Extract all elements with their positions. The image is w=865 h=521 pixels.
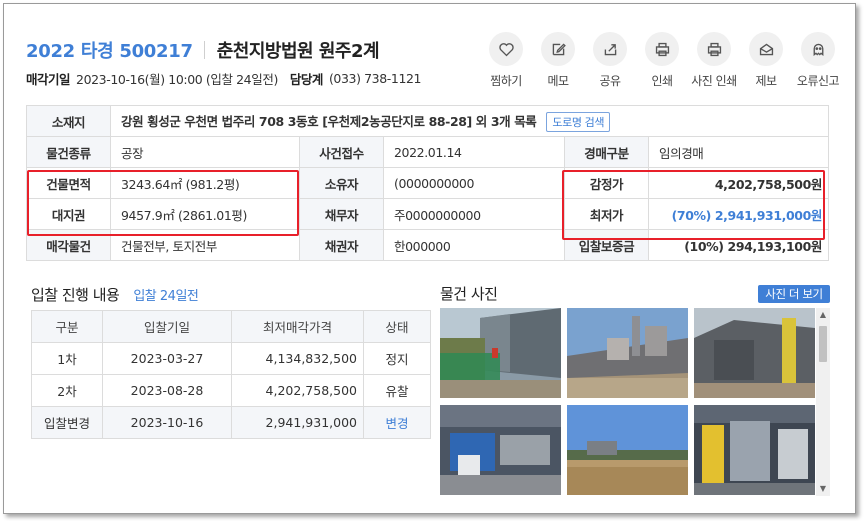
auction-detail-panel: 2022 타경 500217 춘천지방법원 원주2계 매각기일 2023-10-… xyxy=(3,3,856,514)
photo-print-button[interactable]: 사진 인쇄 xyxy=(688,32,740,89)
owner-value: (0000000000 xyxy=(383,167,565,199)
scroll-up-arrow-icon[interactable]: ▲ xyxy=(816,308,830,322)
property-photo[interactable] xyxy=(440,308,561,398)
case-number: 2022 타경 500217 xyxy=(26,41,193,62)
photo-section-title: 물건 사진 xyxy=(440,285,498,303)
status-cell: 정지 xyxy=(363,342,431,375)
creditor-value: 한000000 xyxy=(383,229,565,261)
error-report-icon xyxy=(813,43,823,56)
property-photo[interactable] xyxy=(567,308,688,398)
photo-print-icon xyxy=(707,42,721,56)
col-date: 입찰기일 xyxy=(102,310,232,343)
report-label: 제보 xyxy=(755,74,777,88)
date-cell: 2023-03-27 xyxy=(102,342,232,375)
table-header-row: 구분 입찰기일 최저매각가격 상태 xyxy=(31,310,431,343)
debtor-value: 주0000000000 xyxy=(383,198,565,230)
dept-label: 담당계 xyxy=(289,72,324,87)
debtor-label: 채무자 xyxy=(299,198,384,230)
table-row: 1차 2023-03-27 4,134,832,500 정지 xyxy=(31,342,431,375)
table-row: 물건종류 공장 사건접수 2022.01.14 경매구분 임의경매 xyxy=(26,136,829,168)
court-name: 춘천지방법원 원주2계 xyxy=(216,41,380,62)
table-row: 소재지 강원 횡성군 우천면 법주리 708 3동호 [우천제2농공단지로 88… xyxy=(26,105,829,137)
table-row: 2차 2023-08-28 4,202,758,500 유찰 xyxy=(31,374,431,407)
area-highlight-box xyxy=(27,170,299,236)
date-cell: 2023-10-16 xyxy=(102,406,232,439)
bid-countdown: 입찰 24일전 xyxy=(133,289,199,304)
round-cell: 2차 xyxy=(31,374,103,407)
dept-value: (033) 738-1121 xyxy=(328,71,422,86)
property-type-label: 물건종류 xyxy=(26,136,111,168)
share-icon xyxy=(604,43,616,55)
favorite-label: 찜하기 xyxy=(490,74,522,88)
heart-icon xyxy=(498,42,514,56)
sale-info-row: 매각기일 2023-10-16(월) 10:00 (입찰 24일전) 담당계 (… xyxy=(26,69,422,88)
property-photo[interactable] xyxy=(694,405,815,495)
title-row: 2022 타경 500217 춘천지방법원 원주2계 xyxy=(26,37,380,63)
share-label: 공유 xyxy=(599,74,621,88)
property-type-value: 공장 xyxy=(110,136,300,168)
status-cell: 유찰 xyxy=(363,374,431,407)
error-report-label: 오류신고 xyxy=(796,74,840,88)
property-photo[interactable] xyxy=(567,405,688,495)
favorite-button[interactable]: 찜하기 xyxy=(480,32,532,89)
location-label: 소재지 xyxy=(26,105,111,137)
status-change-link[interactable]: 변경 xyxy=(363,406,431,439)
scroll-down-arrow-icon[interactable]: ▼ xyxy=(816,482,830,496)
creditor-label: 채권자 xyxy=(299,229,384,261)
sale-date-value: 2023-10-16(월) 10:00 (입찰 24일전) xyxy=(76,72,278,87)
property-photo[interactable] xyxy=(694,308,815,398)
col-min-price: 최저매각가격 xyxy=(231,310,364,343)
error-report-button[interactable]: 오류신고 xyxy=(792,32,844,89)
table-row: 입찰변경 2023-10-16 2,941,931,000 변경 xyxy=(31,406,431,439)
memo-button[interactable]: 메모 xyxy=(532,32,584,89)
memo-label: 메모 xyxy=(547,74,569,88)
date-cell: 2023-08-28 xyxy=(102,374,232,407)
print-icon xyxy=(655,42,669,56)
col-status: 상태 xyxy=(363,310,431,343)
action-toolbar: 찜하기 메모 공유 인쇄 사진 인쇄 제보 오류신고 xyxy=(480,32,844,89)
share-button[interactable]: 공유 xyxy=(584,32,636,89)
bid-history-table: 구분 입찰기일 최저매각가격 상태 1차 2023-03-27 4,134,83… xyxy=(31,310,431,439)
price-cell: 2,941,931,000 xyxy=(231,406,364,439)
price-cell: 4,134,832,500 xyxy=(231,342,364,375)
memo-icon xyxy=(552,42,566,55)
location-value: 강원 횡성군 우천면 법주리 708 3동호 [우천제2농공단지로 88-28]… xyxy=(121,113,537,129)
more-photos-button[interactable]: 사진 더 보기 xyxy=(758,285,830,303)
location-cell: 강원 횡성군 우천면 법주리 708 3동호 [우천제2농공단지로 88-28]… xyxy=(110,105,829,137)
received-label: 사건접수 xyxy=(299,136,384,168)
price-cell: 4,202,758,500 xyxy=(231,374,364,407)
auction-type-value: 임의경매 xyxy=(648,136,829,168)
price-highlight-box xyxy=(562,170,825,240)
print-label: 인쇄 xyxy=(651,74,673,88)
photo-print-label: 사진 인쇄 xyxy=(691,74,737,88)
bid-history-header: 입찰 진행 내용 입찰 24일전 xyxy=(31,284,199,305)
print-button[interactable]: 인쇄 xyxy=(636,32,688,89)
road-name-search-button[interactable]: 도로명 검색 xyxy=(546,111,611,132)
report-icon xyxy=(759,43,773,55)
title-divider xyxy=(203,41,205,59)
sale-date-label: 매각기일 xyxy=(26,72,71,87)
photo-scrollbar[interactable]: ▲ ▼ xyxy=(816,308,830,496)
round-cell: 1차 xyxy=(31,342,103,375)
scrollbar-thumb[interactable] xyxy=(819,326,827,362)
auction-type-label: 경매구분 xyxy=(564,136,649,168)
round-cell: 입찰변경 xyxy=(31,406,103,439)
owner-label: 소유자 xyxy=(299,167,384,199)
report-button[interactable]: 제보 xyxy=(740,32,792,89)
photo-gallery xyxy=(440,308,820,496)
bid-history-title: 입찰 진행 내용 xyxy=(31,286,120,304)
property-photo[interactable] xyxy=(440,405,561,495)
col-round: 구분 xyxy=(31,310,103,343)
received-value: 2022.01.14 xyxy=(383,136,565,168)
